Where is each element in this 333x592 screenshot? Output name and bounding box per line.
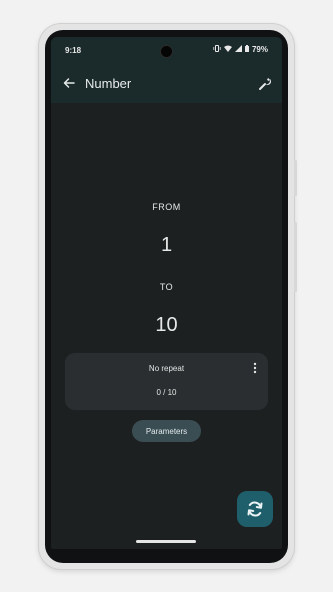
screen: 9:18 79% Number FROM 1 TO 10 No repeat 0… bbox=[51, 37, 282, 549]
repeat-title: No repeat bbox=[148, 364, 185, 373]
settings-button[interactable] bbox=[258, 75, 272, 91]
back-button[interactable] bbox=[61, 75, 77, 91]
parameters-button[interactable]: Parameters bbox=[132, 420, 201, 442]
signal-icon bbox=[234, 45, 242, 54]
to-value[interactable]: 10 bbox=[51, 314, 282, 337]
wifi-icon bbox=[223, 45, 232, 54]
power-button bbox=[294, 160, 297, 196]
front-camera bbox=[160, 45, 173, 58]
navigation-handle[interactable] bbox=[136, 540, 196, 543]
more-vert-icon bbox=[253, 362, 257, 374]
battery-percent: 79% bbox=[251, 45, 268, 54]
arrow-back-icon bbox=[63, 78, 75, 88]
app-bar: Number bbox=[51, 63, 282, 103]
volume-button bbox=[294, 222, 297, 292]
app-title: Number bbox=[85, 76, 132, 91]
from-label: FROM bbox=[152, 202, 181, 212]
status-time: 9:18 bbox=[65, 46, 82, 55]
repeat-count: 0 / 10 bbox=[156, 388, 177, 397]
wrench-icon bbox=[259, 78, 272, 90]
vibrate-icon bbox=[213, 45, 221, 54]
repeat-menu-button[interactable] bbox=[251, 361, 259, 375]
status-bar: 9:18 79% bbox=[51, 37, 282, 63]
refresh-icon bbox=[247, 501, 263, 517]
status-icons: 79% bbox=[213, 45, 268, 54]
to-label: TO bbox=[159, 282, 174, 292]
battery-icon bbox=[244, 45, 249, 54]
generate-button[interactable] bbox=[237, 491, 273, 527]
repeat-card: No repeat 0 / 10 bbox=[65, 353, 268, 410]
from-value[interactable]: 1 bbox=[51, 234, 282, 257]
